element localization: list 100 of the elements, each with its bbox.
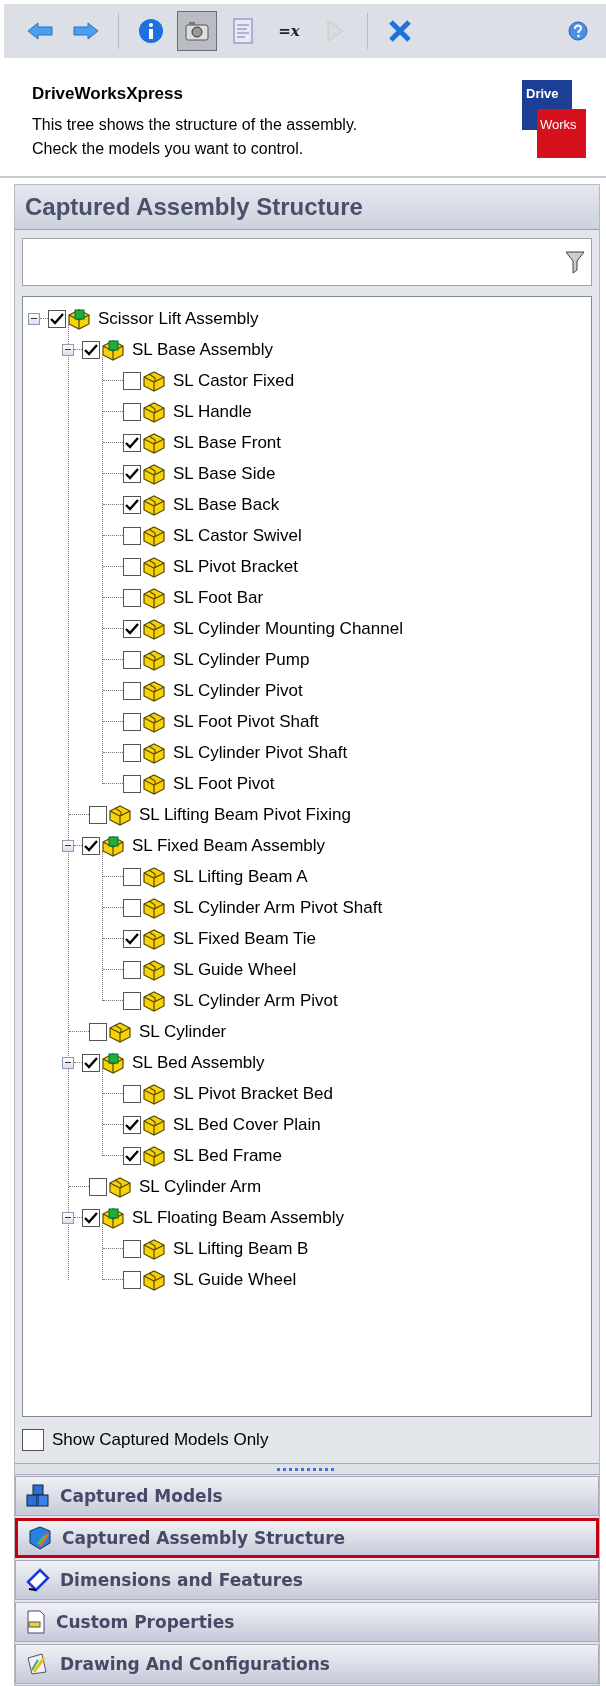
checkbox-label[interactable]: Show Captured Models Only: [52, 1430, 269, 1450]
assembly-icon: [66, 306, 92, 331]
tree-checkbox[interactable]: [123, 650, 141, 669]
tree-checkbox[interactable]: [82, 1208, 100, 1227]
tree-item-label[interactable]: SL Handle: [173, 401, 252, 422]
formula-button[interactable]: =x: [269, 11, 309, 51]
description-text: Check the models you want to control.: [32, 140, 305, 158]
tree-item-label[interactable]: SL Foot Bar: [173, 587, 264, 608]
tree-item-label[interactable]: SL Cylinder Pivot Shaft: [173, 742, 348, 763]
checkbox[interactable]: [22, 1429, 44, 1451]
tree-item-label[interactable]: SL Pivot Bracket Bed: [173, 1083, 333, 1104]
collapse-toggle[interactable]: [62, 1056, 74, 1069]
assembly-icon: [100, 1050, 126, 1075]
back-arrow-icon: [26, 21, 54, 41]
tree-item-label[interactable]: SL Base Back: [173, 494, 280, 515]
assembly-icon: [100, 337, 126, 362]
info-icon: [138, 18, 164, 44]
section-button[interactable]: Custom Properties: [15, 1602, 599, 1642]
tree-checkbox[interactable]: [123, 774, 141, 793]
cube-icon: [28, 1526, 52, 1550]
tree-checkbox[interactable]: [48, 309, 66, 328]
tree-checkbox[interactable]: [123, 464, 141, 483]
drawing-icon: [26, 1652, 50, 1676]
tree-item-label[interactable]: SL Lifting Beam B: [173, 1238, 309, 1259]
dimension-icon: [26, 1568, 50, 1592]
tree-checkbox[interactable]: [89, 805, 107, 824]
tree-item-label[interactable]: SL Base Front: [173, 432, 282, 453]
tree-checkbox[interactable]: [123, 402, 141, 421]
tree-checkbox[interactable]: [123, 898, 141, 917]
logo-tile: Works: [537, 109, 586, 158]
tree-item-label[interactable]: SL Bed Assembly: [132, 1052, 265, 1073]
tree-checkbox[interactable]: [123, 619, 141, 638]
tree-item-label[interactable]: SL Fixed Beam Assembly: [132, 835, 326, 856]
collapse-toggle[interactable]: [62, 839, 74, 852]
tree-checkbox[interactable]: [123, 433, 141, 452]
tree-item-label[interactable]: SL Base Assembly: [132, 339, 274, 360]
tree-checkbox[interactable]: [123, 371, 141, 390]
tree-checkbox[interactable]: [89, 1022, 107, 1041]
tree-checkbox[interactable]: [123, 1239, 141, 1258]
tree-checkbox[interactable]: [82, 836, 100, 855]
tree-item-label[interactable]: SL Cylinder Arm: [139, 1176, 262, 1197]
tree-item-label[interactable]: SL Castor Swivel: [173, 525, 302, 546]
app-title: DriveWorksXpress: [32, 84, 184, 104]
close-icon: [388, 19, 412, 43]
tree-item-label[interactable]: SL Castor Fixed: [173, 370, 295, 391]
camera-icon: [184, 20, 210, 42]
tree-item-label[interactable]: SL Pivot Bracket: [173, 556, 299, 577]
tree-item-label[interactable]: SL Lifting Beam Pivot Fixing: [139, 804, 351, 825]
tree-checkbox[interactable]: [82, 340, 100, 359]
splitter-handle[interactable]: [15, 1463, 599, 1475]
help-icon: [568, 21, 588, 41]
tree-checkbox[interactable]: [123, 1115, 141, 1134]
tree-checkbox[interactable]: [123, 929, 141, 948]
collapse-toggle[interactable]: [28, 312, 40, 325]
tree-item-label[interactable]: SL Foot Pivot: [173, 773, 275, 794]
collapse-toggle[interactable]: [62, 343, 74, 356]
tree-checkbox[interactable]: [123, 1146, 141, 1165]
collapse-toggle[interactable]: [62, 1211, 74, 1224]
tree-item-label[interactable]: SL Cylinder Mounting Channel: [173, 618, 403, 639]
tree-item-label[interactable]: SL Fixed Beam Tie: [173, 928, 316, 949]
tree-item-label[interactable]: SL Bed Cover Plain: [173, 1114, 321, 1135]
tree-checkbox[interactable]: [123, 588, 141, 607]
tree-item-label[interactable]: SL Foot Pivot Shaft: [173, 711, 319, 732]
tree-item-label[interactable]: SL Guide Wheel: [173, 959, 297, 980]
tree-checkbox[interactable]: [123, 743, 141, 762]
assembly-icon: [100, 1205, 126, 1230]
tree-checkbox[interactable]: [123, 1084, 141, 1103]
tree-item-label[interactable]: SL Cylinder Arm Pivot Shaft: [173, 897, 383, 918]
tree-checkbox[interactable]: [123, 960, 141, 979]
tree-checkbox[interactable]: [123, 526, 141, 545]
tree-item-label[interactable]: SL Guide Wheel: [173, 1269, 297, 1290]
tree-checkbox[interactable]: [123, 867, 141, 886]
properties-document-icon: [26, 1610, 46, 1634]
tree-checkbox[interactable]: [82, 1053, 100, 1072]
tree-item-label[interactable]: SL Base Side: [173, 463, 276, 484]
tree-item-label[interactable]: SL Lifting Beam A: [173, 866, 308, 887]
camera-button[interactable]: [177, 11, 217, 51]
play-icon: [325, 19, 345, 43]
tree-checkbox[interactable]: [89, 1177, 107, 1196]
tree-checkbox[interactable]: [123, 495, 141, 514]
tree-checkbox[interactable]: [123, 1270, 141, 1289]
cubes-icon: [26, 1484, 50, 1508]
tree-item-label[interactable]: Scissor Lift Assembly: [98, 308, 259, 329]
tree-checkbox[interactable]: [123, 557, 141, 576]
tree-item-label[interactable]: SL Floating Beam Assembly: [132, 1207, 344, 1228]
section-button[interactable]: Drawing And Configurations: [15, 1644, 599, 1684]
formula-label: =x: [278, 22, 300, 40]
forward-arrow-icon: [72, 21, 100, 41]
tree-checkbox[interactable]: [123, 681, 141, 700]
tree-checkbox[interactable]: [123, 991, 141, 1010]
tree-item-label[interactable]: SL Cylinder Pivot: [173, 680, 303, 701]
section-button[interactable]: Captured Assembly Structure: [15, 1518, 599, 1558]
tree-item-label[interactable]: SL Cylinder Arm Pivot: [173, 990, 338, 1011]
section-button[interactable]: Captured Models: [15, 1476, 599, 1516]
search-field[interactable]: [22, 238, 592, 286]
section-button[interactable]: Dimensions and Features: [15, 1560, 599, 1600]
tree-item-label[interactable]: SL Bed Frame: [173, 1145, 282, 1166]
tree-item-label[interactable]: SL Cylinder: [139, 1021, 227, 1042]
tree-item-label[interactable]: SL Cylinder Pump: [173, 649, 310, 670]
tree-checkbox[interactable]: [123, 712, 141, 731]
